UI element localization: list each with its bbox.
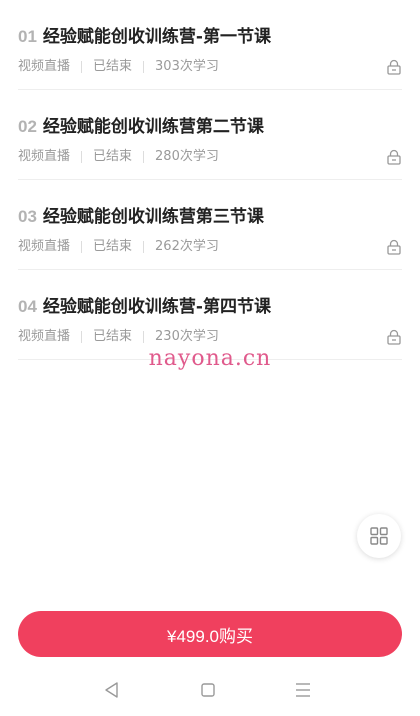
- watermark-text: nayona.cn: [148, 346, 272, 371]
- lesson-meta: 视频直播 已结束 303次学习: [18, 58, 219, 76]
- lesson-number: 04: [18, 297, 37, 316]
- grid-icon: [370, 527, 388, 545]
- lesson-title: 03 经验赋能创收训练营第三节课: [18, 206, 264, 228]
- lesson-title-text: 经验赋能创收训练营-第四节课: [42, 297, 271, 317]
- back-triangle-icon[interactable]: [102, 680, 122, 700]
- lesson-list: 01 经验赋能创收训练营-第一节课 视频直播 已结束 303次学习 02 经验赋能创…: [18, 0, 402, 360]
- lesson-meta: 视频直播 已结束 280次学习: [18, 148, 219, 166]
- lesson-learners: 262次学习: [155, 239, 219, 254]
- lesson-status: 已结束: [93, 59, 133, 74]
- lesson-meta: 视频直播 已结束 262次学习: [18, 238, 219, 256]
- lesson-title-text: 经验赋能创收训练营-第一节课: [42, 27, 271, 47]
- buy-button[interactable]: ¥499.0购买: [18, 611, 402, 657]
- system-nav-bar: [0, 670, 420, 710]
- lesson-status: 已结束: [93, 239, 133, 254]
- meta-divider: [81, 241, 83, 253]
- meta-divider: [143, 151, 145, 163]
- lesson-type: 视频直播: [18, 239, 71, 254]
- lesson-item[interactable]: 02 经验赋能创收训练营第二节课 视频直播 已结束 280次学习: [18, 90, 402, 180]
- lesson-title: 02 经验赋能创收训练营第二节课: [18, 116, 264, 138]
- lock-icon: [387, 59, 401, 75]
- lesson-item[interactable]: 03 经验赋能创收训练营第三节课 视频直播 已结束 262次学习: [18, 180, 402, 270]
- lesson-item[interactable]: 01 经验赋能创收训练营-第一节课 视频直播 已结束 303次学习: [18, 0, 402, 90]
- meta-divider: [81, 151, 83, 163]
- meta-divider: [143, 61, 145, 73]
- lesson-meta: 视频直播 已结束 230次学习: [18, 328, 219, 346]
- lesson-learners: 230次学习: [155, 329, 219, 344]
- lesson-status: 已结束: [93, 329, 133, 344]
- meta-divider: [143, 241, 145, 253]
- lesson-title: 04 经验赋能创收训练营-第四节课: [18, 296, 271, 318]
- meta-divider: [81, 61, 83, 73]
- lock-icon: [387, 329, 401, 345]
- meta-divider: [143, 331, 145, 343]
- lesson-number: 01: [18, 27, 37, 46]
- grid-menu-button[interactable]: [357, 514, 401, 558]
- menu-lines-icon[interactable]: [293, 680, 313, 700]
- lesson-status: 已结束: [93, 149, 133, 164]
- lesson-learners: 280次学习: [155, 149, 219, 164]
- lesson-type: 视频直播: [18, 59, 71, 74]
- lock-icon: [387, 239, 401, 255]
- lesson-type: 视频直播: [18, 149, 71, 164]
- lesson-title: 01 经验赋能创收训练营-第一节课: [18, 26, 271, 48]
- lock-icon: [387, 149, 401, 165]
- lesson-type: 视频直播: [18, 329, 71, 344]
- meta-divider: [81, 331, 83, 343]
- home-square-icon[interactable]: [198, 680, 218, 700]
- lesson-title-text: 经验赋能创收训练营第二节课: [42, 117, 264, 137]
- lesson-number: 02: [18, 117, 37, 136]
- lesson-number: 03: [18, 207, 37, 226]
- lesson-title-text: 经验赋能创收训练营第三节课: [42, 207, 264, 227]
- lesson-learners: 303次学习: [155, 59, 219, 74]
